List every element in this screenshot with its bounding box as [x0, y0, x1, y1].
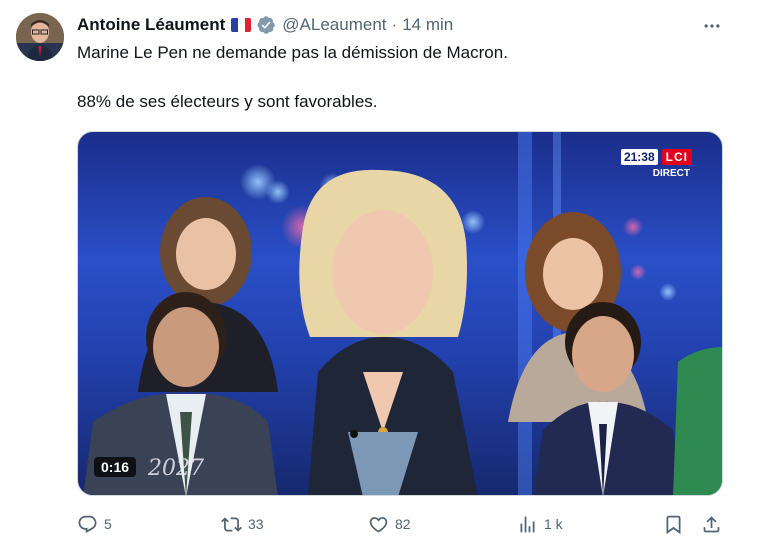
avatar[interactable] — [16, 13, 64, 61]
tweet-text-line-2: 88% de ses électeurs y sont favorables. — [77, 92, 378, 111]
tweet-text-line-1: Marine Le Pen ne demande pas la démissio… — [77, 43, 508, 62]
bookmark-icon — [666, 515, 681, 534]
share-button[interactable] — [701, 512, 722, 536]
bookmark-button[interactable] — [663, 512, 684, 536]
tweet: Antoine Léaument @ALeaument · 14 min Mar… — [0, 0, 763, 557]
repost-icon — [221, 516, 242, 532]
reply-button[interactable]: 5 — [77, 512, 112, 536]
action-bar: 5 33 82 1 k — [77, 512, 723, 536]
lci-overlay: 21:38 LCI — [620, 149, 692, 165]
view-count: 1 k — [544, 516, 563, 532]
lci-logo: LCI — [661, 149, 692, 165]
repost-count: 33 — [248, 516, 264, 532]
repost-button[interactable]: 33 — [221, 512, 264, 536]
more-icon — [704, 24, 720, 28]
like-button[interactable]: 82 — [368, 512, 411, 536]
share-icon — [703, 515, 720, 532]
views-button[interactable]: 1 k — [517, 512, 563, 536]
reply-icon — [78, 515, 97, 533]
author-handle[interactable]: @ALeaument — [282, 15, 386, 35]
timestamp[interactable]: 14 min — [402, 15, 453, 35]
like-count: 82 — [395, 516, 411, 532]
video-player[interactable]: 2027 21:38 LCI DIRECT 0:16 — [77, 131, 723, 496]
reply-count: 5 — [104, 516, 112, 532]
desk-mark: 2027 — [147, 456, 204, 481]
tweet-header: Antoine Léaument @ALeaument · 14 min — [77, 14, 453, 36]
video-duration: 0:16 — [94, 457, 137, 477]
separator: · — [391, 15, 398, 34]
lci-clock: 21:38 — [620, 149, 658, 165]
lci-live-label: DIRECT — [652, 168, 690, 179]
verified-badge-icon — [256, 15, 276, 35]
france-flag-icon — [231, 18, 252, 32]
video-frame: 2027 — [83, 132, 722, 495]
more-options-button[interactable] — [700, 14, 724, 38]
views-icon — [520, 516, 535, 532]
author-name[interactable]: Antoine Léaument — [77, 15, 225, 35]
heart-icon — [369, 516, 388, 533]
